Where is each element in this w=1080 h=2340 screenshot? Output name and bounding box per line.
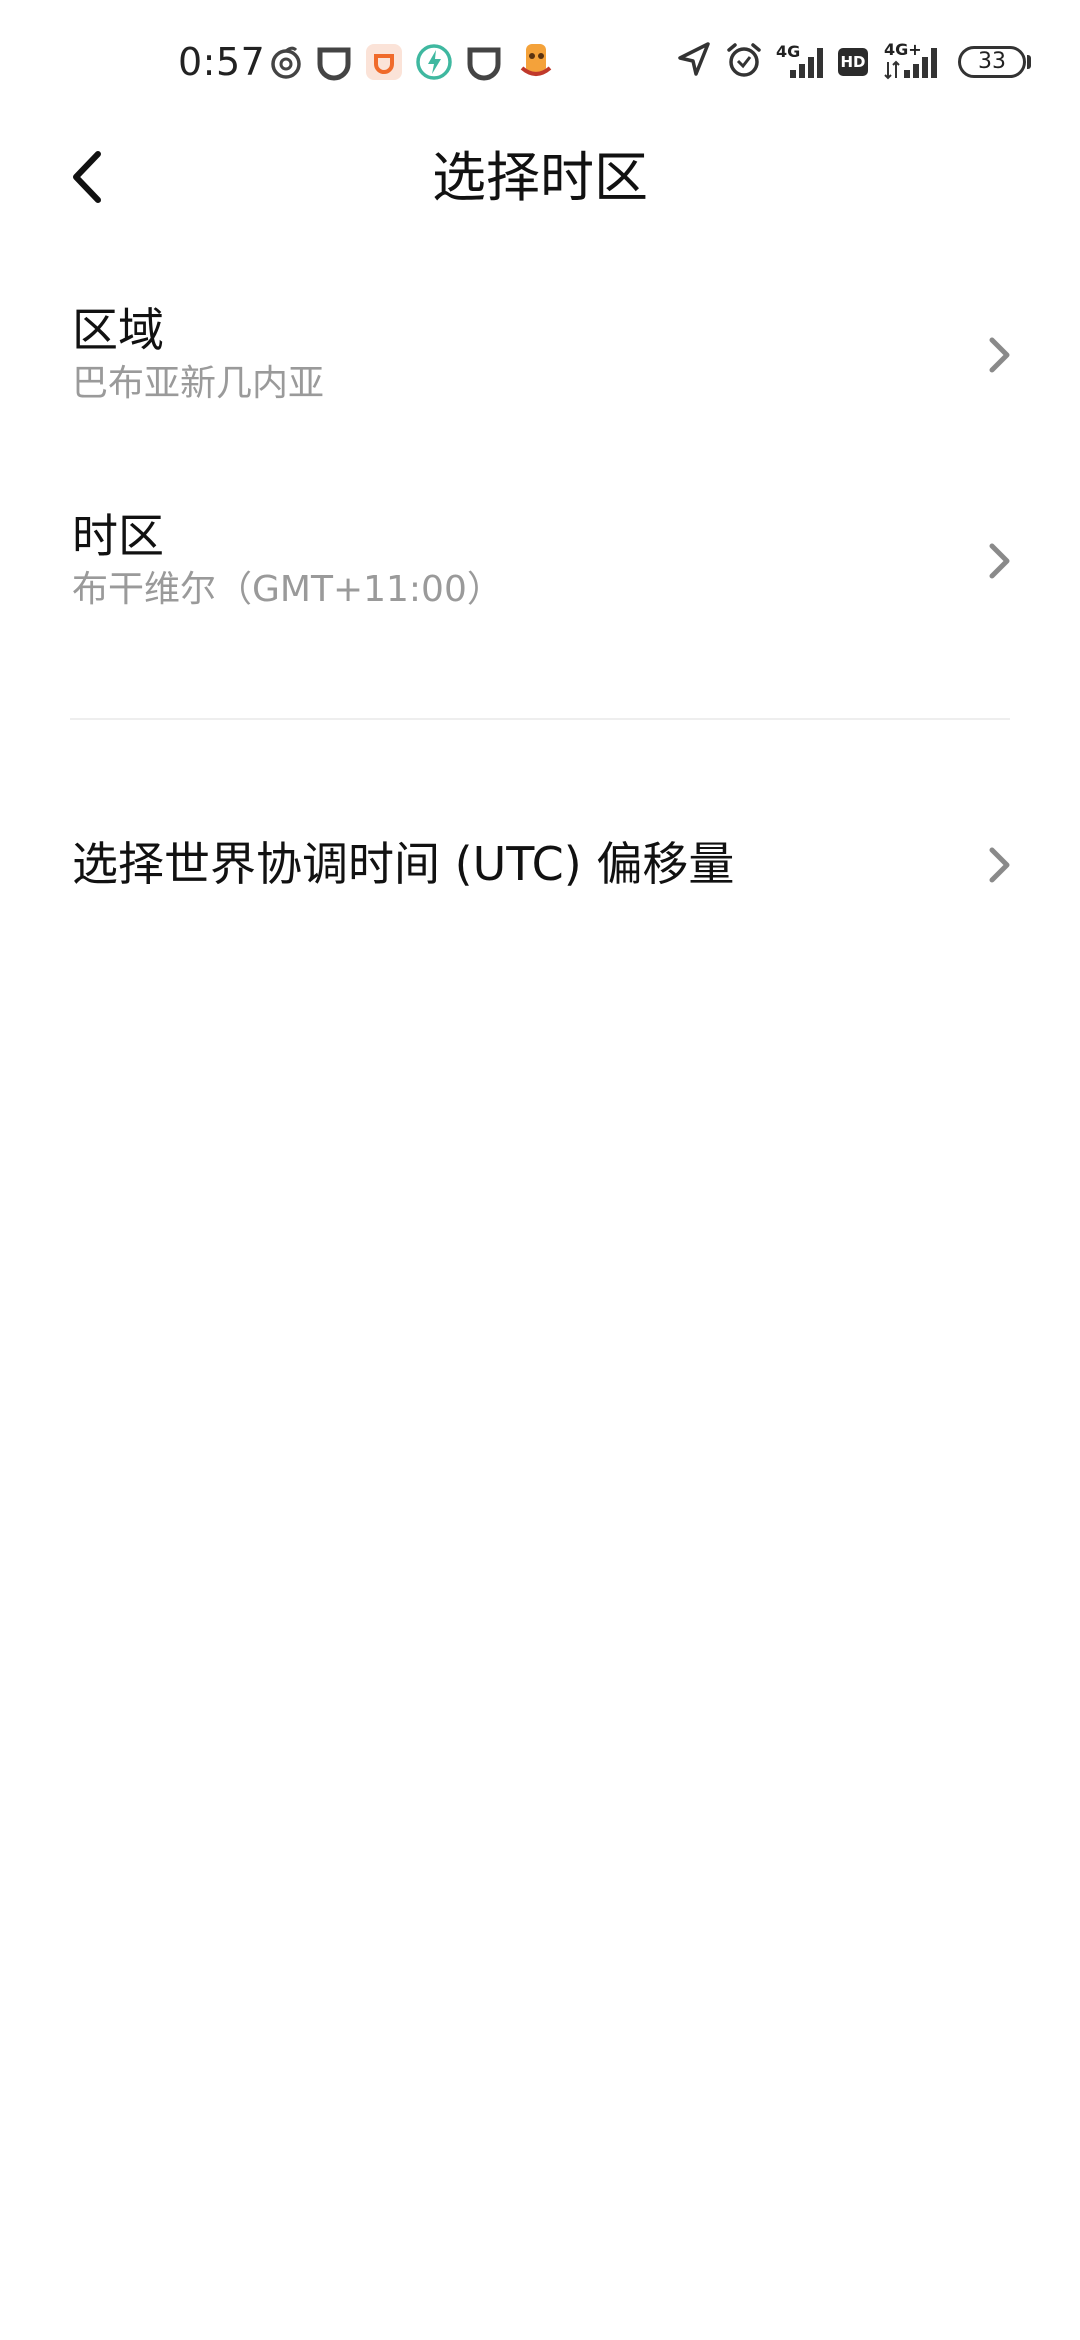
status-time: 0:57: [178, 40, 266, 84]
region-setting-row[interactable]: 区域 巴布亚新几内亚: [0, 290, 1080, 430]
battery-tip: [1027, 55, 1031, 69]
didi-icon: [467, 47, 501, 81]
taobao-icon: [366, 44, 402, 80]
status-bar: 0:57 4G HD 4G+ 33: [0, 0, 1080, 130]
battery-icon: 33: [958, 46, 1026, 78]
signal-icon: [790, 48, 823, 78]
timezone-setting-row[interactable]: 时区 布干维尔（GMT+11:00）: [0, 496, 1080, 636]
timezone-title: 时区: [72, 509, 164, 563]
back-arrow-icon[interactable]: [56, 142, 126, 212]
alarm-icon: [727, 43, 761, 77]
page-title: 选择时区: [432, 146, 648, 209]
chevron-right-icon: [989, 847, 1010, 883]
charging-app-icon: [416, 44, 452, 80]
utc-offset-row[interactable]: 选择世界协调时间 (UTC) 偏移量: [0, 810, 1080, 920]
netease-music-icon: [271, 46, 301, 79]
utc-offset-title: 选择世界协调时间 (UTC) 偏移量: [72, 837, 735, 891]
didi-icon: [317, 47, 351, 81]
section-divider: [70, 718, 1010, 720]
region-value: 巴布亚新几内亚: [72, 363, 325, 404]
battery-level: 33: [978, 49, 1006, 74]
chevron-right-icon: [989, 543, 1010, 579]
header: 选择时区: [0, 130, 1080, 280]
timezone-value: 布干维尔（GMT+11:00）: [72, 569, 503, 610]
signal-icon: [904, 48, 937, 78]
region-title: 区域: [72, 303, 164, 357]
hd-icon: HD: [838, 48, 868, 76]
chevron-right-icon: [989, 337, 1010, 373]
location-icon: [678, 42, 710, 76]
game-icon: [520, 44, 552, 76]
